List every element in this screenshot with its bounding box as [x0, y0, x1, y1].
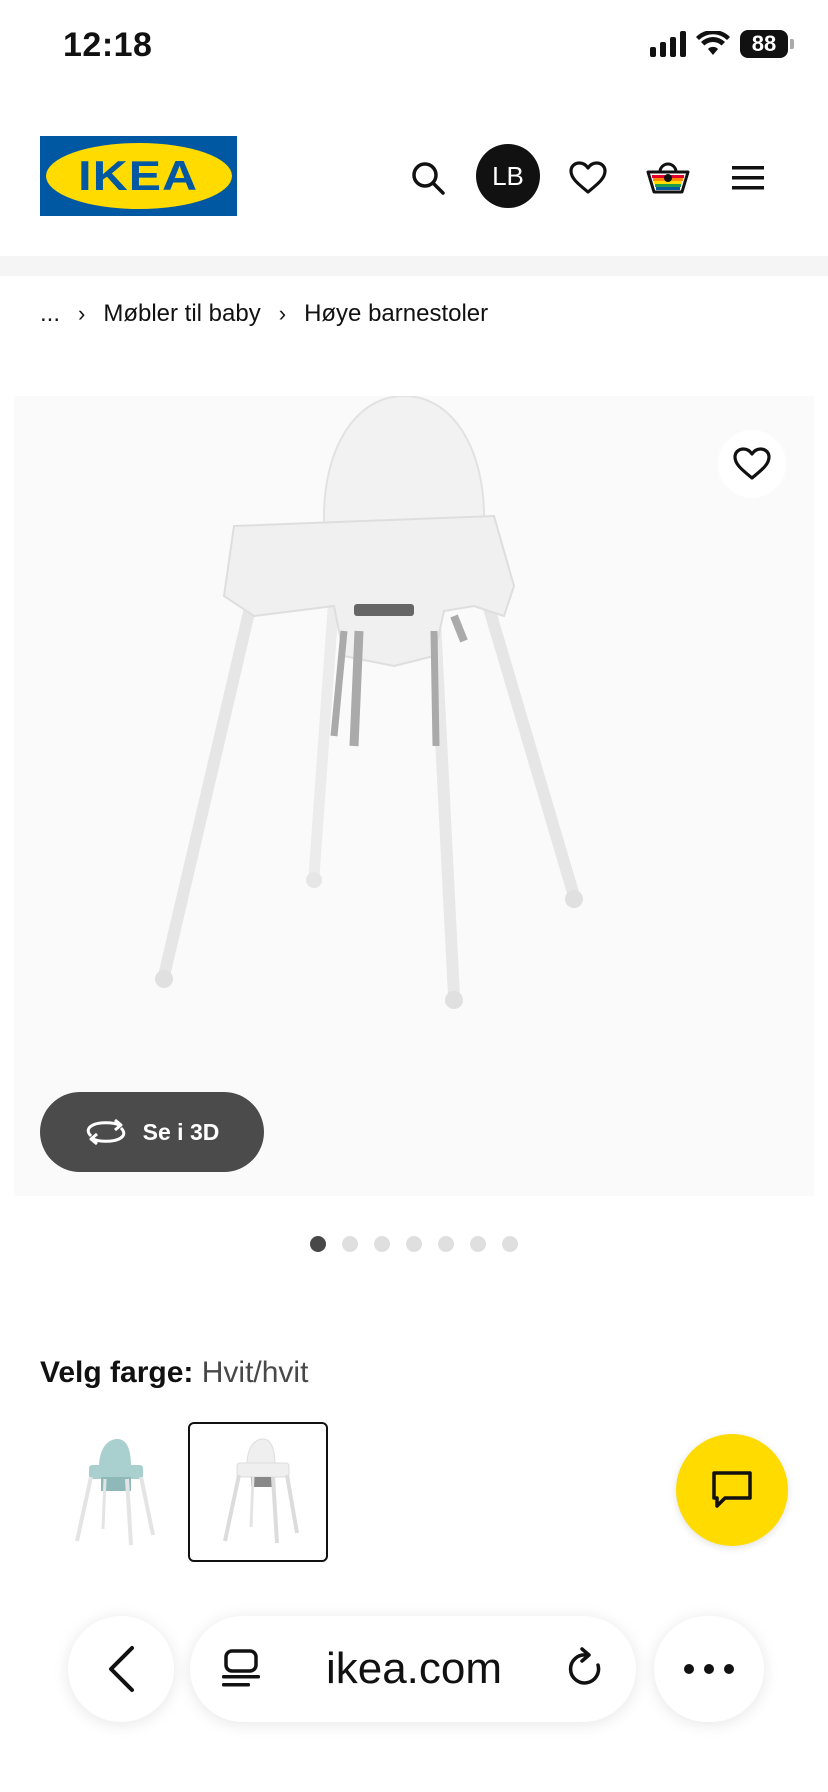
- chevron-right-icon: ›: [278, 301, 287, 326]
- ikea-logo[interactable]: IKEA: [40, 136, 237, 216]
- color-selection-label: Velg farge: Hvit/hvit: [40, 1356, 308, 1390]
- see-in-3d-button[interactable]: Se i 3D: [40, 1092, 264, 1172]
- search-icon: [412, 162, 445, 195]
- search-button[interactable]: [396, 146, 460, 210]
- more-button[interactable]: [654, 1616, 764, 1722]
- carousel-pagination: [0, 1236, 828, 1252]
- carousel-dot[interactable]: [406, 1236, 422, 1252]
- high-chair-image: [155, 396, 583, 1009]
- breadcrumb-ellipsis[interactable]: ...: [40, 300, 60, 328]
- more-icon: [684, 1664, 734, 1674]
- color-swatch-turquoise[interactable]: [44, 1422, 184, 1562]
- turquoise-chair-thumbnail: [75, 1439, 155, 1546]
- logo-text: IKEA: [78, 152, 199, 199]
- chevron-right-icon: ›: [78, 301, 86, 326]
- favorites-button[interactable]: [556, 146, 620, 210]
- carousel-dot[interactable]: [502, 1236, 518, 1252]
- site-header: IKEA LB: [0, 100, 828, 256]
- breadcrumb-item-high-chairs[interactable]: Høye barnestoler: [304, 300, 488, 328]
- url-text: ikea.com: [325, 1644, 503, 1693]
- basket-icon: [646, 162, 690, 194]
- wifi-icon: [696, 31, 730, 55]
- chat-button[interactable]: [676, 1434, 788, 1546]
- chat-icon: [712, 1471, 752, 1508]
- color-label-title: Velg farge:: [40, 1356, 194, 1389]
- account-avatar-button[interactable]: LB: [476, 144, 540, 208]
- address-bar[interactable]: ikea.com: [190, 1616, 636, 1722]
- breadcrumb: ... › Møbler til baby › Høye barnestoler: [40, 300, 488, 328]
- carousel-dot[interactable]: [342, 1236, 358, 1252]
- cart-button[interactable]: [636, 146, 700, 210]
- rotate-3d-icon: [86, 1118, 125, 1146]
- battery-level: 88: [740, 30, 788, 58]
- see-in-3d-label: Se i 3D: [142, 1118, 220, 1145]
- breadcrumb-item-baby-furniture[interactable]: Møbler til baby: [103, 300, 260, 328]
- tabs-icon: [222, 1649, 260, 1687]
- color-label-value: Hvit/hvit: [201, 1356, 309, 1389]
- add-to-favorites-button[interactable]: [718, 430, 786, 498]
- heart-icon: [733, 447, 771, 480]
- carousel-dot[interactable]: [438, 1236, 454, 1252]
- cellular-signal-icon: [650, 31, 686, 57]
- status-bar: 12:18 88: [0, 0, 828, 100]
- back-button[interactable]: [68, 1616, 174, 1722]
- back-icon: [109, 1646, 134, 1692]
- white-chair-thumbnail: [223, 1438, 299, 1544]
- menu-icon: [732, 166, 764, 190]
- heart-icon: [569, 161, 607, 194]
- battery-icon: 88: [740, 30, 794, 58]
- menu-button[interactable]: [716, 146, 780, 210]
- status-time: 12:18: [63, 26, 153, 64]
- carousel-dot[interactable]: [310, 1236, 326, 1252]
- carousel-dot[interactable]: [374, 1236, 390, 1252]
- product-image-carousel[interactable]: Se i 3D: [14, 396, 814, 1196]
- carousel-dot[interactable]: [470, 1236, 486, 1252]
- status-indicators: 88: [650, 30, 794, 58]
- reload-icon: [568, 1647, 601, 1685]
- color-swatch-white[interactable]: [188, 1422, 328, 1562]
- browser-toolbar: ikea.com: [0, 1600, 828, 1792]
- header-divider: [0, 256, 828, 276]
